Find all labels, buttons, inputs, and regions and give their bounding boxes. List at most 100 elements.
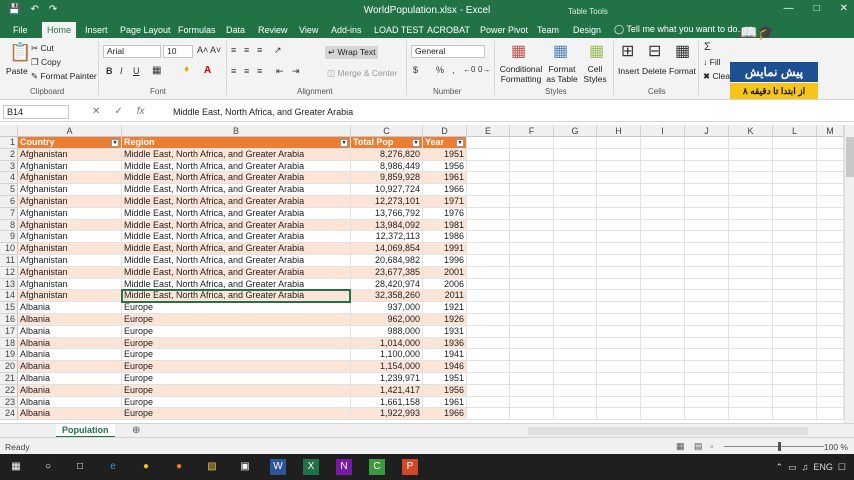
empty-cell[interactable] xyxy=(817,325,844,338)
table-cell[interactable]: 1991 xyxy=(423,243,467,255)
table-cell[interactable]: 1956 xyxy=(423,384,467,397)
empty-cell[interactable] xyxy=(817,160,844,173)
empty-cell[interactable] xyxy=(817,278,844,291)
table-cell[interactable]: 1961 xyxy=(423,172,467,185)
empty-cell[interactable] xyxy=(729,361,773,373)
empty-cell[interactable] xyxy=(467,231,510,244)
table-cell[interactable]: 13,984,092 xyxy=(351,219,423,232)
table-cell[interactable]: Europe xyxy=(122,373,351,385)
empty-cell[interactable] xyxy=(597,290,641,303)
empty-cell[interactable] xyxy=(729,337,773,350)
camtasia-icon[interactable]: C xyxy=(369,459,385,475)
table-cell[interactable]: Albania xyxy=(18,302,122,314)
empty-cell[interactable] xyxy=(773,148,817,161)
table-cell[interactable]: Middle East, North Africa, and Greater A… xyxy=(122,184,351,196)
empty-cell[interactable] xyxy=(597,172,641,185)
column-header-m[interactable]: M xyxy=(817,125,844,137)
empty-cell[interactable] xyxy=(685,337,729,350)
store-icon[interactable]: ▣ xyxy=(237,459,253,475)
row-header[interactable]: 20 xyxy=(0,361,18,373)
edge-icon[interactable]: e xyxy=(105,459,121,475)
minimize-icon[interactable]: — xyxy=(784,3,794,14)
table-cell[interactable]: 1,421,417 xyxy=(351,384,423,397)
empty-cell[interactable] xyxy=(597,325,641,338)
empty-cell[interactable] xyxy=(641,278,685,291)
empty-cell[interactable] xyxy=(510,255,554,267)
empty-cell[interactable] xyxy=(510,243,554,255)
empty-cell[interactable] xyxy=(510,337,554,350)
table-cell[interactable]: 1,014,000 xyxy=(351,337,423,350)
empty-cell[interactable] xyxy=(729,172,773,185)
fill-color-icon[interactable]: ♦ xyxy=(184,64,189,75)
language-indicator[interactable]: ENG xyxy=(813,462,833,472)
empty-cell[interactable] xyxy=(597,278,641,291)
align-top-icon[interactable]: ≡ xyxy=(231,45,236,55)
add-sheet-icon[interactable]: ⊕ xyxy=(132,425,140,436)
table-cell[interactable]: Afghanistan xyxy=(18,196,122,208)
row-header[interactable]: 22 xyxy=(0,384,18,397)
empty-cell[interactable] xyxy=(773,290,817,303)
empty-cell[interactable] xyxy=(510,302,554,314)
empty-cell[interactable] xyxy=(817,337,844,350)
table-cell[interactable]: 20,684,982 xyxy=(351,255,423,267)
table-cell[interactable]: Afghanistan xyxy=(18,278,122,291)
table-cell[interactable]: Europe xyxy=(122,314,351,326)
onenote-icon[interactable]: N xyxy=(336,459,352,475)
empty-cell[interactable] xyxy=(597,148,641,161)
empty-cell[interactable] xyxy=(773,408,817,421)
notifications-icon[interactable]: ☐ xyxy=(838,462,846,472)
column-header-c[interactable]: C xyxy=(351,125,423,137)
empty-cell[interactable] xyxy=(685,278,729,291)
empty-cell[interactable] xyxy=(597,408,641,421)
empty-cell[interactable] xyxy=(467,349,510,362)
table-cell[interactable]: 1,239,971 xyxy=(351,373,423,385)
empty-cell[interactable] xyxy=(817,243,844,255)
table-cell[interactable]: Albania xyxy=(18,408,122,421)
empty-cell[interactable] xyxy=(597,302,641,314)
empty-cell[interactable] xyxy=(554,184,597,196)
empty-cell[interactable] xyxy=(597,255,641,267)
filter-dropdown-icon[interactable]: ▾ xyxy=(111,139,119,147)
empty-cell[interactable] xyxy=(729,231,773,244)
row-header[interactable]: 7 xyxy=(0,207,18,220)
close-icon[interactable]: ✕ xyxy=(840,3,848,14)
empty-cell[interactable] xyxy=(773,266,817,279)
empty-cell[interactable] xyxy=(554,255,597,267)
empty-cell[interactable] xyxy=(554,231,597,244)
search-icon[interactable]: ○ xyxy=(40,459,56,475)
empty-cell[interactable] xyxy=(554,290,597,303)
tab-load-test[interactable]: LOAD TEST xyxy=(369,22,429,38)
autosum-icon[interactable]: Σ xyxy=(704,41,711,53)
format-as-table-icon[interactable]: ▦ xyxy=(553,41,568,61)
empty-cell[interactable] xyxy=(597,314,641,326)
cell-styles-button[interactable]: Cell Styles xyxy=(582,64,608,84)
empty-cell[interactable] xyxy=(597,243,641,255)
number-format-box[interactable]: General xyxy=(411,45,485,58)
horizontal-scrollbar[interactable] xyxy=(528,427,808,435)
table-cell[interactable]: 1951 xyxy=(423,148,467,161)
empty-cell[interactable] xyxy=(641,290,685,303)
volume-icon[interactable]: ♫ xyxy=(802,462,809,472)
tab-team[interactable]: Team xyxy=(532,22,564,38)
table-cell[interactable]: Middle East, North Africa, and Greater A… xyxy=(122,160,351,173)
table-cell[interactable]: 32,358,260 xyxy=(351,290,423,303)
decrease-indent-icon[interactable]: ⇤ xyxy=(276,66,284,77)
empty-cell[interactable] xyxy=(817,361,844,373)
empty-cell[interactable] xyxy=(641,196,685,208)
tell-me-box[interactable]: ◯ Tell me what you want to do... xyxy=(614,24,745,35)
empty-cell[interactable] xyxy=(467,196,510,208)
table-cell[interactable]: Middle East, North Africa, and Greater A… xyxy=(122,231,351,244)
table-cell[interactable]: 1971 xyxy=(423,196,467,208)
empty-cell[interactable] xyxy=(773,160,817,173)
table-cell[interactable]: Afghanistan xyxy=(18,290,122,303)
table-cell[interactable]: Middle East, North Africa, and Greater A… xyxy=(122,266,351,279)
empty-cell[interactable] xyxy=(773,137,817,149)
empty-cell[interactable] xyxy=(467,278,510,291)
empty-cell[interactable] xyxy=(817,302,844,314)
empty-cell[interactable] xyxy=(597,219,641,232)
empty-cell[interactable] xyxy=(554,278,597,291)
empty-cell[interactable] xyxy=(597,137,641,149)
empty-cell[interactable] xyxy=(597,361,641,373)
table-cell[interactable]: Afghanistan xyxy=(18,255,122,267)
empty-cell[interactable] xyxy=(729,207,773,220)
